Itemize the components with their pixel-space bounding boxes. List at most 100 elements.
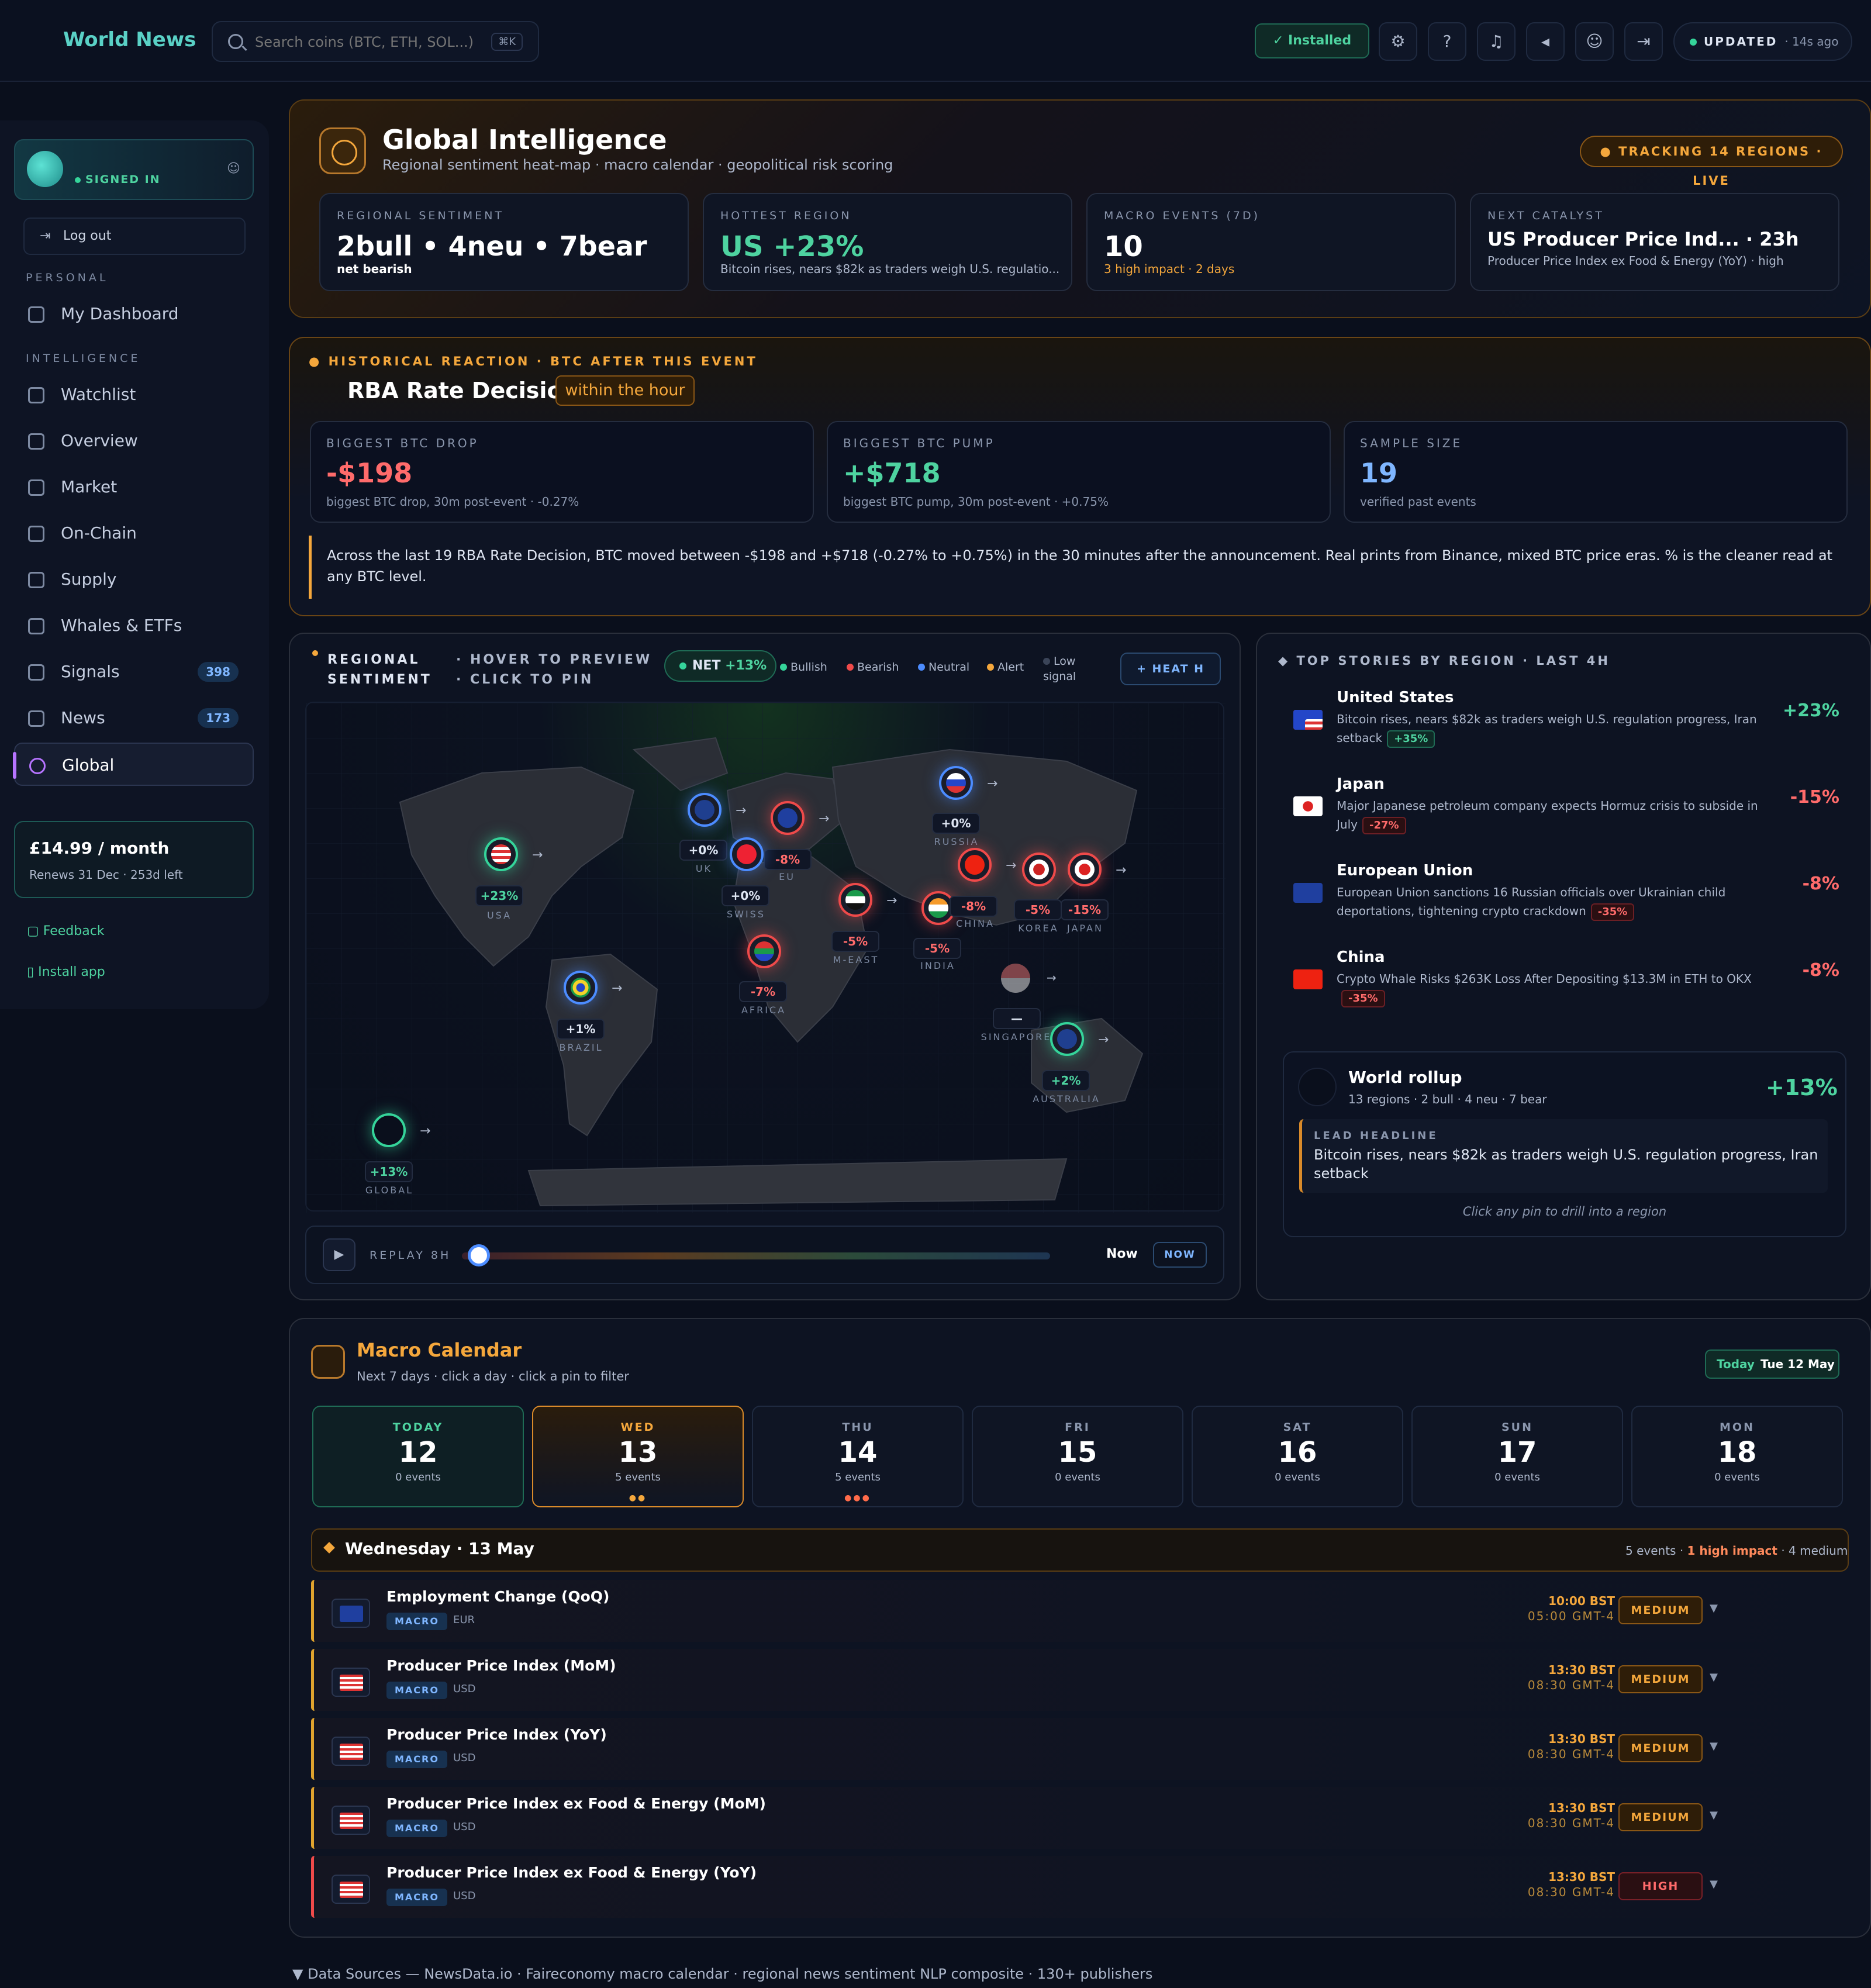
user-icon[interactable]: ☺ [227, 161, 240, 176]
lead-label: LEAD HEADLINE [1314, 1130, 1438, 1142]
story-united-states[interactable]: United States Bitcoin rises, nears $82k … [1278, 689, 1851, 766]
day-tab-12[interactable]: TODAY 12 0 events [312, 1406, 524, 1507]
day-name: FRI [1065, 1421, 1090, 1434]
sidebar-item-my-dashboard[interactable]: My Dashboard [14, 292, 254, 336]
legend-bullish[interactable]: Bullish [780, 661, 827, 674]
updated-label: UPDATED [1704, 34, 1778, 49]
event-row[interactable]: Producer Price Index ex Food & Energy (M… [311, 1787, 1849, 1849]
search-box[interactable]: ⌘K [212, 21, 539, 62]
map-pin-japan[interactable]: → [1068, 853, 1126, 886]
event-currency: USD [453, 1890, 476, 1902]
event-row[interactable]: Producer Price Index (MoM) MACRO USD 13:30 … [311, 1649, 1849, 1711]
chevron-down-icon[interactable]: ▼ [1710, 1671, 1718, 1683]
flag-br-icon [571, 978, 591, 998]
map-pin-eu[interactable]: → [771, 801, 829, 835]
stat-label: MACRO EVENTS (7D) [1104, 209, 1260, 222]
day-tab-17[interactable]: SUN 17 0 events [1411, 1406, 1623, 1507]
logout-icon[interactable]: ⇥ [1624, 22, 1663, 61]
installed-button[interactable]: ✓ Installed [1255, 23, 1369, 58]
sidebar-item-overview[interactable]: Overview [14, 419, 254, 463]
pct-india: -5% [913, 938, 961, 959]
bell-icon[interactable]: ♫ [1477, 22, 1516, 61]
updated-status: UPDATED · 14s ago [1673, 22, 1852, 61]
sidebar-item-market[interactable]: Market [14, 465, 254, 509]
day-tab-18[interactable]: MON 18 0 events [1631, 1406, 1843, 1507]
install-app-link[interactable]: ▯ Install app [27, 965, 105, 979]
lead-text: Bitcoin rises, nears $82k as traders wei… [1314, 1147, 1818, 1182]
event-tag: MACRO [386, 1889, 447, 1906]
help-icon[interactable]: ? [1428, 22, 1466, 61]
legend-low-signal[interactable]: Low signal [1043, 654, 1102, 684]
map-pin-swiss[interactable] [730, 837, 764, 871]
user-icon[interactable]: ☺ [1575, 22, 1614, 61]
play-icon[interactable]: ▶ [323, 1238, 355, 1271]
map-pin-korea[interactable] [1022, 853, 1056, 886]
replay-slider-handle[interactable] [468, 1244, 490, 1266]
story-tag: +35% [1387, 730, 1435, 748]
story-china[interactable]: China Crypto Whale Risks $263K Loss Afte… [1278, 948, 1851, 1026]
sidebar-item-global[interactable]: Global [13, 743, 254, 786]
sidebar-item-watchlist[interactable]: Watchlist [14, 373, 254, 416]
brand-logo[interactable]: World News [63, 28, 196, 51]
map-pin-russia[interactable]: → [939, 766, 997, 800]
chevron-down-icon[interactable]: ▼ [1710, 1602, 1718, 1614]
flag-us-icon [332, 1668, 370, 1697]
feedback-link[interactable]: ▢ Feedback [27, 924, 105, 938]
day-events: 0 events [1275, 1471, 1320, 1483]
box-icon [28, 572, 44, 588]
sidebar-item-supply[interactable]: Supply [14, 558, 254, 601]
stat-sub: Bitcoin rises, nears $82k as traders wei… [720, 262, 1060, 276]
flag-us-icon [1293, 710, 1323, 730]
sidebar-item-signals[interactable]: Signals 398 [14, 650, 254, 693]
event-row[interactable]: Employment Change (QoQ) MACRO EUR 10:00 BST… [311, 1580, 1849, 1642]
chevron-down-icon[interactable]: ▼ [1710, 1878, 1718, 1890]
day-tab-16[interactable]: SAT 16 0 events [1192, 1406, 1403, 1507]
replay-slider[interactable] [462, 1252, 1050, 1259]
map-pin-usa[interactable]: → [484, 837, 543, 871]
day-number: 14 [838, 1436, 878, 1469]
map-pin-global[interactable]: → [372, 1113, 430, 1147]
event-row[interactable]: Producer Price Index ex Food & Energy (Y… [311, 1856, 1849, 1918]
sidebar-item-whales-etfs[interactable]: Whales & ETFs [14, 604, 254, 647]
story-japan[interactable]: Japan Major Japanese petroleum company e… [1278, 775, 1851, 853]
map-pin-brazil[interactable]: → [564, 971, 622, 1005]
map-pin-singapore[interactable] [1001, 964, 1030, 993]
story-headline-text: European Union sanctions 16 Russian offi… [1337, 885, 1726, 918]
avatar[interactable] [27, 151, 63, 187]
arrow-icon: → [819, 812, 830, 826]
map-pin-uk[interactable]: → [688, 793, 746, 827]
story-european-union[interactable]: European Union European Union sanctions … [1278, 862, 1851, 939]
phone-icon: ▯ [27, 965, 39, 979]
subscription-card[interactable]: £14.99 / month Renews 31 Dec · 253d left [14, 821, 254, 898]
event-row[interactable]: Producer Price Index (YoY) MACRO USD 13:30 … [311, 1718, 1849, 1780]
data-sources-toggle[interactable]: ▼ Data Sources — NewsData.io · Fairecono… [292, 1966, 1152, 1982]
chevron-down-icon[interactable]: ▼ [1710, 1809, 1718, 1821]
net-badge: NET +13% [664, 650, 776, 682]
story-tag: -27% [1362, 817, 1406, 834]
search-input[interactable] [255, 30, 489, 54]
speaker-icon[interactable]: ◂ [1526, 22, 1565, 61]
card-label: BIGGEST BTC PUMP [843, 436, 995, 450]
impact-badge: MEDIUM [1618, 1665, 1703, 1693]
today-badge[interactable]: Today Tue 12 May [1705, 1350, 1839, 1379]
map-pin-china[interactable]: → [958, 848, 1016, 882]
lead-headline[interactable]: LEAD HEADLINE Bitcoin rises, nears $82k a… [1299, 1119, 1828, 1193]
legend-neutral[interactable]: Neutral [918, 661, 969, 674]
day-tab-13[interactable]: WED 13 5 events ●● [532, 1406, 744, 1507]
map-pin-m-east[interactable]: → [838, 883, 897, 917]
heat-toggle-button[interactable]: + HEAT H [1120, 653, 1221, 685]
day-tab-14[interactable]: THU 14 5 events ●●● [752, 1406, 964, 1507]
legend-bearish[interactable]: Bearish [847, 661, 899, 674]
logout-button[interactable]: ⇥ Log out [23, 218, 246, 255]
label-eu: EU [779, 871, 795, 882]
now-button[interactable]: NOW [1153, 1242, 1207, 1268]
sidebar-item-news[interactable]: News 173 [14, 696, 254, 740]
legend-alert[interactable]: Alert [987, 661, 1024, 674]
map-pin-australia[interactable]: → [1050, 1022, 1109, 1056]
map-pin-africa[interactable] [747, 934, 781, 968]
chevron-down-icon[interactable]: ▼ [1710, 1740, 1718, 1752]
day-impact-dots: ●●● [844, 1493, 871, 1503]
sidebar-item-on-chain[interactable]: On-Chain [14, 512, 254, 555]
gear-icon[interactable]: ⚙ [1379, 22, 1417, 61]
day-tab-15[interactable]: FRI 15 0 events [972, 1406, 1183, 1507]
